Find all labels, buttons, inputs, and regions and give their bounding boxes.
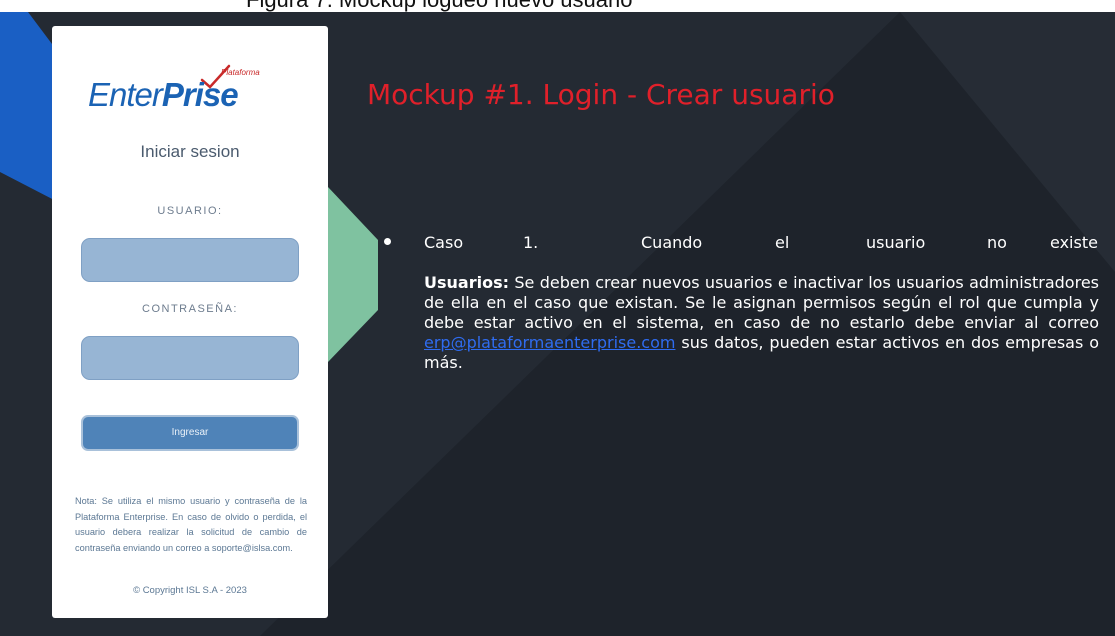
case-word: el	[775, 233, 790, 252]
blue-accent-shape	[0, 12, 58, 202]
copyright-text: © Copyright ISL S.A - 2023	[133, 585, 247, 596]
login-button[interactable]: Ingresar	[81, 415, 299, 451]
usuarios-paragraph: Usuarios: Se deben crear nuevos usuarios…	[424, 273, 1099, 373]
case-word: Caso	[424, 233, 464, 252]
password-input[interactable]	[81, 336, 299, 380]
figure-caption-strip: Figura 7. Mockup logueo nuevo usuario	[0, 0, 1115, 12]
logo-wordmark: EnterPrise	[88, 76, 239, 114]
case-word: Cuando	[641, 233, 703, 252]
slide-heading: Mockup #1. Login - Crear usuario	[367, 78, 835, 111]
case-line: Caso 1. Cuando el usuario no existe	[424, 233, 1099, 255]
slide-content: Caso 1. Cuando el usuario no existe Usua…	[424, 233, 1099, 373]
username-input[interactable]	[81, 238, 299, 282]
enterprise-logo: Plataforma EnterPrise	[88, 64, 298, 124]
password-label: CONTRASEÑA:	[142, 303, 238, 315]
email-link[interactable]: erp@plataformaenterprise.com	[424, 333, 675, 352]
logo-prefix: Enter	[88, 76, 163, 113]
case-word: existe	[1050, 233, 1098, 252]
case-word: no	[987, 233, 1007, 252]
figure-caption: Figura 7. Mockup logueo nuevo usuario	[246, 0, 632, 12]
bullet-icon	[384, 238, 391, 245]
case-number: 1.	[523, 233, 539, 252]
login-title: Iniciar sesion	[140, 142, 240, 161]
login-note: Nota: Se utiliza el mismo usuario y cont…	[75, 496, 307, 553]
presentation-slide: Plataforma EnterPrise Iniciar sesion USU…	[0, 12, 1115, 636]
paragraph-text: Se deben crear nuevos usuarios e inactiv…	[424, 273, 1099, 332]
case-word: usuario	[866, 233, 926, 252]
logo-suffix: Prise	[161, 76, 239, 113]
login-mockup-screen: Plataforma EnterPrise Iniciar sesion USU…	[52, 26, 328, 618]
paragraph-bold-label: Usuarios:	[424, 273, 509, 292]
username-label: USUARIO:	[157, 205, 223, 217]
